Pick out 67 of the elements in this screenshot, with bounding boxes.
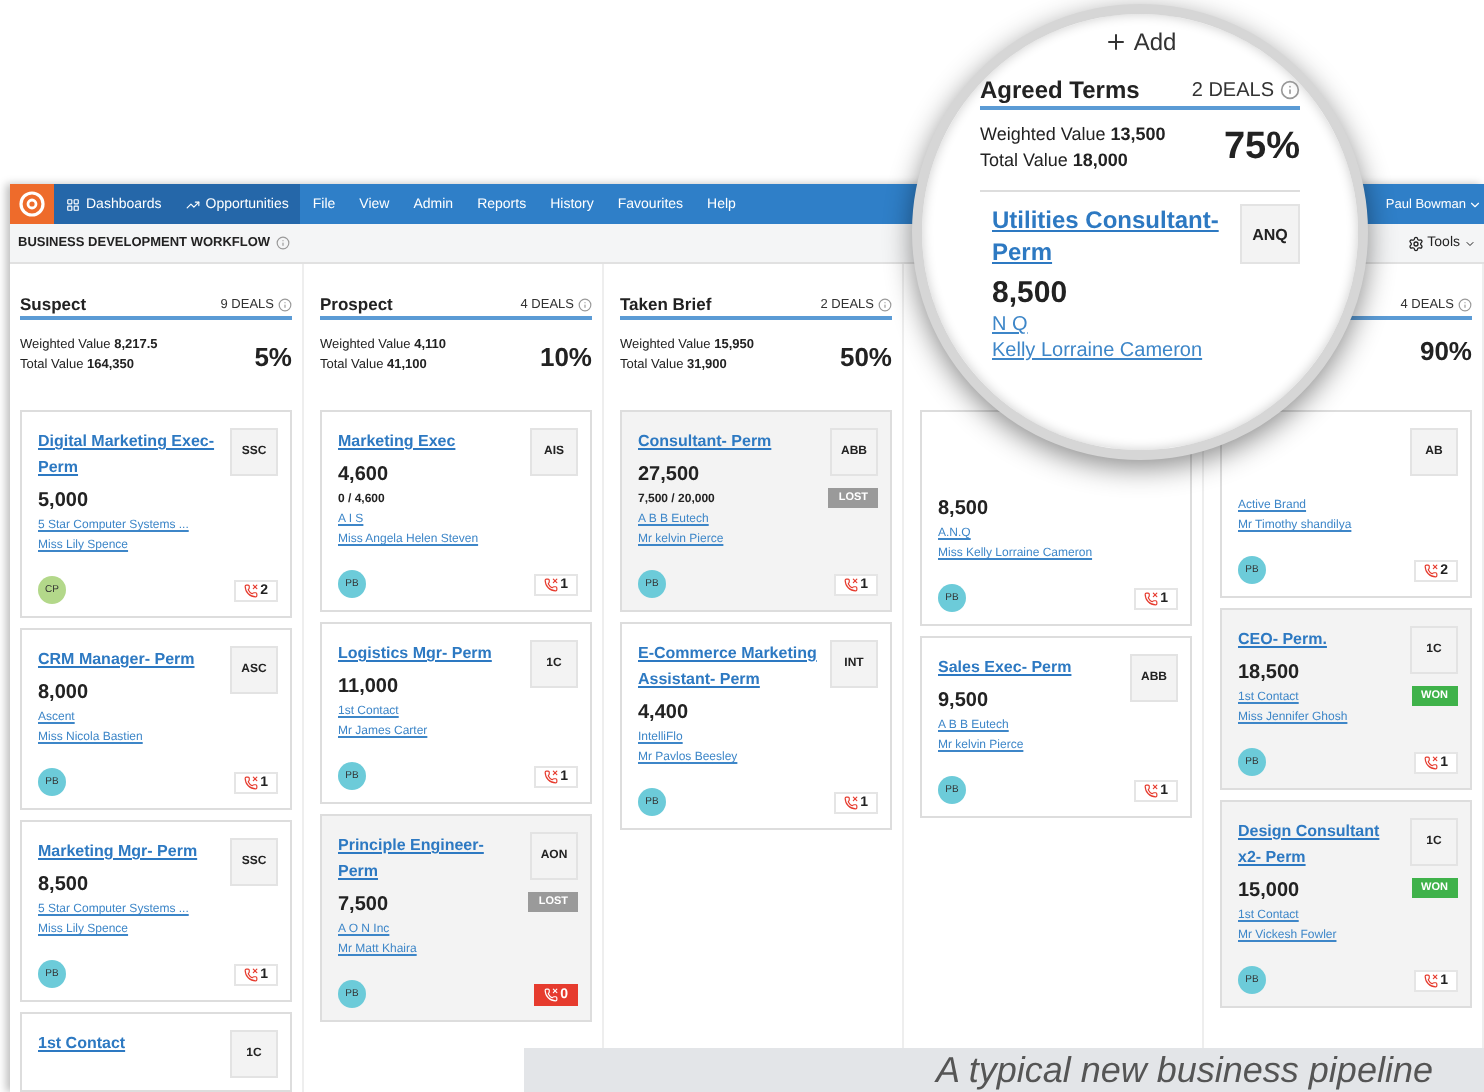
deal-title-link[interactable]: Utilities Consultant- Perm <box>992 204 1228 268</box>
deal-title-link[interactable]: 1st Contact <box>38 1030 222 1056</box>
missed-call-icon <box>1424 755 1439 769</box>
grid-icon <box>66 197 80 211</box>
deal-title-link[interactable]: E-Commerce Marketing Assistant- Perm <box>638 640 822 692</box>
deal-title-link[interactable]: Principle Engineer- Perm <box>338 832 521 884</box>
company-link[interactable]: N Q <box>992 312 1228 338</box>
deal-amount: 4,600 <box>338 462 391 490</box>
plus-icon <box>1103 30 1128 54</box>
deal-amount: 8,500 <box>992 274 1070 312</box>
stage-percent: 10% <box>539 341 592 371</box>
info-icon <box>278 297 292 311</box>
missed-call-icon <box>544 577 559 591</box>
caret-icon <box>1468 197 1482 211</box>
info-icon <box>1458 297 1472 311</box>
missed-call-icon <box>244 967 259 981</box>
deal-title-link[interactable]: Sales Exec- Perm <box>938 654 1122 680</box>
missed-call-icon <box>544 769 559 783</box>
stage-values: Weighted Value 13,500 Total Value 18,000 <box>980 122 1166 174</box>
caret-icon <box>1464 237 1476 249</box>
deal-amount: 8,000 <box>38 680 91 708</box>
deal-title-link[interactable]: Marketing Exec <box>338 428 522 454</box>
deal-amount: 11,000 <box>338 674 401 702</box>
stage-percent: 90% <box>1419 336 1472 366</box>
info-icon <box>1280 80 1300 100</box>
deal-amount: 9,500 <box>938 688 991 716</box>
info-icon <box>878 297 892 311</box>
stage-percent: 75% <box>1223 126 1300 170</box>
settings-icon <box>1407 235 1424 251</box>
deal-title-link[interactable]: Marketing Mgr- Perm <box>38 838 222 864</box>
stage-title: Taken Brief <box>620 294 712 314</box>
missed-call-icon <box>244 775 259 789</box>
missed-call-icon <box>1144 783 1159 797</box>
deal-title-link[interactable]: CRM Manager- Perm <box>38 646 222 672</box>
deal-title-link[interactable]: Design Consultant x2- Perm <box>1238 818 1402 870</box>
company-badge: ANQ <box>1240 204 1300 264</box>
missed-call-icon <box>844 795 859 809</box>
deal-title-link[interactable]: Logistics Mgr- Perm <box>338 640 522 666</box>
stage-percent: 5% <box>254 341 292 371</box>
missed-call-icon <box>1424 973 1439 987</box>
caption: A typical new business pipeline <box>524 1048 1484 1092</box>
trend-icon <box>185 197 200 211</box>
deal-count: 2 DEALS <box>1191 79 1300 101</box>
stage-percent: 50% <box>839 341 892 371</box>
deal-amount: 4,400 <box>638 700 691 728</box>
deal-amount: 15,000 <box>1238 878 1302 906</box>
info-icon <box>578 297 592 311</box>
deal-amount: 8,500 <box>938 496 991 524</box>
deal-amount: 8,500 <box>38 872 91 900</box>
stage-title: Suspect <box>20 294 87 314</box>
missed-call-icon <box>244 583 259 597</box>
stage-title: Agreed Terms <box>980 76 1140 104</box>
deal-title-link[interactable]: Consultant- Perm <box>638 428 821 454</box>
add-button[interactable]: Add <box>1103 26 1177 58</box>
deal-title-link[interactable]: CEO- Perm. <box>1238 626 1402 652</box>
stage-title: Prospect <box>320 294 393 314</box>
info-icon <box>276 236 291 250</box>
missed-call-icon <box>544 987 559 1001</box>
missed-call-icon <box>1424 563 1439 577</box>
missed-call-icon <box>1144 591 1159 605</box>
missed-call-icon <box>844 577 859 591</box>
deal-title-link[interactable]: Digital Marketing Exec- Perm <box>38 428 222 480</box>
deal-amount: 27,500 <box>638 462 702 490</box>
deal-amount: 5,000 <box>38 488 91 516</box>
contact-link[interactable]: Kelly Lorraine Cameron <box>992 338 1228 364</box>
deal-amount: 18,500 <box>1238 660 1302 688</box>
deal-amount: 7,500 <box>338 892 391 920</box>
